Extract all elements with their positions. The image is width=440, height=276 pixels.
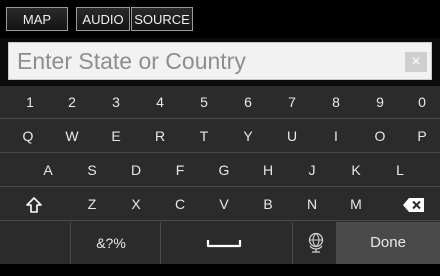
shift-icon (25, 196, 43, 214)
key-3[interactable]: 3 (94, 86, 138, 119)
key-n[interactable]: N (290, 188, 334, 221)
clear-button[interactable]: × (405, 52, 427, 72)
space-icon (206, 240, 242, 267)
key-t[interactable]: T (182, 120, 226, 153)
onscreen-keyboard: 1 2 3 4 5 6 7 8 9 0 Q W E R T Y U I O P … (0, 86, 440, 264)
key-0[interactable]: 0 (400, 86, 440, 119)
key-m[interactable]: M (334, 188, 378, 221)
key-s[interactable]: S (70, 154, 114, 187)
key-a[interactable]: A (26, 154, 70, 187)
key-divider (160, 222, 161, 264)
tab-map[interactable]: MAP (6, 7, 68, 31)
key-f[interactable]: F (158, 154, 202, 187)
key-l[interactable]: L (378, 154, 422, 187)
globe-icon (306, 232, 326, 267)
symbols-key[interactable]: &?% (86, 222, 136, 264)
key-h[interactable]: H (246, 154, 290, 187)
tab-audio[interactable]: AUDIO (76, 7, 130, 31)
key-divider (292, 222, 293, 264)
key-b[interactable]: B (246, 188, 290, 221)
key-k[interactable]: K (334, 154, 378, 187)
tab-source[interactable]: SOURCE (131, 7, 193, 31)
input-placeholder: Enter State or Country (17, 48, 246, 74)
key-2[interactable]: 2 (50, 86, 94, 119)
key-i[interactable]: I (314, 120, 358, 153)
key-c[interactable]: C (158, 188, 202, 221)
nav-keyboard-screen: MAP AUDIO SOURCE Enter State or Country … (0, 0, 440, 264)
key-d[interactable]: D (114, 154, 158, 187)
shift-key[interactable] (12, 188, 56, 221)
keyboard-row-asdf: A S D F G H J K L (0, 154, 440, 187)
key-9[interactable]: 9 (358, 86, 402, 119)
keyboard-row-zxcv: Z X C V B N M (0, 188, 440, 221)
key-o[interactable]: O (358, 120, 402, 153)
key-x[interactable]: X (114, 188, 158, 221)
key-e[interactable]: E (94, 120, 138, 153)
top-tab-bar: MAP AUDIO SOURCE (0, 0, 440, 38)
clear-icon: × (411, 53, 421, 70)
key-w[interactable]: W (50, 120, 94, 153)
key-6[interactable]: 6 (226, 86, 270, 119)
key-v[interactable]: V (202, 188, 246, 221)
key-r[interactable]: R (138, 120, 182, 153)
space-key[interactable] (180, 222, 268, 264)
key-p[interactable]: P (400, 120, 440, 153)
key-j[interactable]: J (290, 154, 334, 187)
key-1[interactable]: 1 (8, 86, 52, 119)
key-q[interactable]: Q (6, 120, 50, 153)
state-country-input[interactable]: Enter State or Country × (8, 42, 432, 80)
key-4[interactable]: 4 (138, 86, 182, 119)
key-divider (70, 222, 71, 264)
key-5[interactable]: 5 (182, 86, 226, 119)
backspace-icon (402, 196, 426, 213)
key-g[interactable]: G (202, 154, 246, 187)
key-u[interactable]: U (270, 120, 314, 153)
keyboard-row-numbers: 1 2 3 4 5 6 7 8 9 0 (0, 86, 440, 119)
keyboard-row-bottom: &?% Done (0, 222, 440, 264)
backspace-key[interactable] (392, 188, 436, 221)
globe-key[interactable] (296, 222, 336, 264)
key-8[interactable]: 8 (314, 86, 358, 119)
key-z[interactable]: Z (70, 188, 114, 221)
keyboard-row-qwerty: Q W E R T Y U I O P (0, 120, 440, 153)
key-7[interactable]: 7 (270, 86, 314, 119)
done-button[interactable]: Done (336, 222, 440, 264)
key-y[interactable]: Y (226, 120, 270, 153)
